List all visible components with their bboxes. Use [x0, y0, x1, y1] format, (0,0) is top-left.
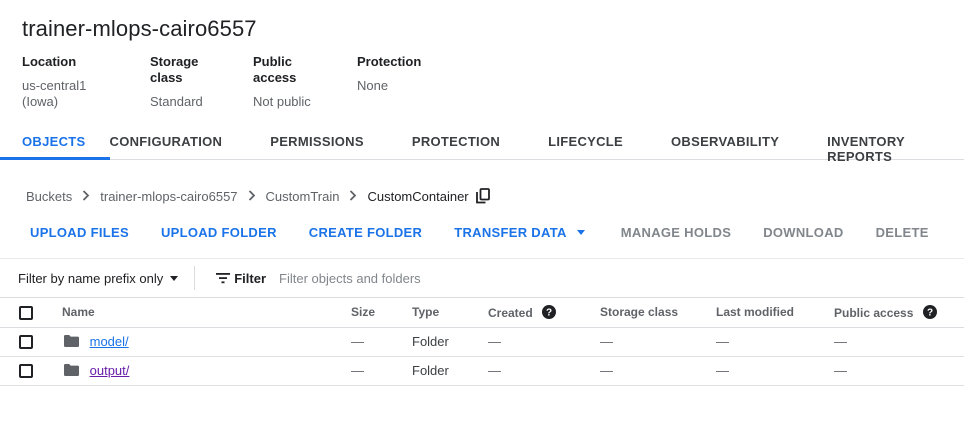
meta-public-access: Public access Not public [253, 54, 333, 110]
select-all-cell [0, 298, 62, 328]
copy-icon[interactable] [475, 188, 490, 204]
folder-icon [64, 335, 79, 347]
breadcrumb-bucket[interactable]: trainer-mlops-cairo6557 [100, 189, 237, 204]
filter-mode-label: Filter by name prefix only [18, 270, 164, 286]
breadcrumb-current: CustomContainer [367, 188, 469, 204]
create-folder-button[interactable]: CREATE FOLDER [309, 225, 422, 240]
created-cell: — [488, 327, 600, 357]
meta-label: Protection [357, 54, 422, 69]
folder-icon [64, 364, 79, 376]
delete-button[interactable]: DELETE [876, 225, 929, 240]
bucket-title: trainer-mlops-cairo6557 [22, 16, 257, 41]
meta-label: Public access [253, 54, 297, 85]
last-modified-cell: — [716, 327, 834, 357]
chevron-right-icon [349, 188, 357, 204]
bucket-meta: Location us-central1 (Iowa) Storage clas… [22, 54, 445, 110]
meta-storage-class: Storage class Standard [150, 54, 229, 110]
table-row[interactable]: model/ — Folder — — — — [0, 327, 964, 357]
column-header-created-label: Created [488, 305, 533, 320]
select-all-checkbox[interactable] [19, 305, 33, 320]
svg-text:?: ? [546, 307, 552, 318]
filter-icon [215, 272, 231, 284]
caret-down-icon [576, 230, 585, 235]
upload-files-button[interactable]: UPLOAD FILES [30, 225, 129, 240]
object-name-cell: output/ [62, 356, 351, 386]
created-cell: — [488, 356, 600, 386]
storage-class-cell: — [600, 356, 716, 386]
meta-value: Standard [150, 94, 203, 109]
filter-button-label: Filter [234, 270, 267, 286]
column-header-size[interactable]: Size [351, 298, 412, 328]
column-header-public-access[interactable]: Public access ? [834, 298, 964, 328]
public-access-cell: — [834, 327, 964, 357]
help-icon[interactable]: ? [922, 304, 937, 319]
download-button[interactable]: DOWNLOAD [763, 225, 843, 240]
size-cell: — [351, 327, 412, 357]
object-link[interactable]: output/ [90, 363, 130, 378]
row-select-cell [0, 356, 62, 386]
chevron-right-icon [82, 188, 90, 204]
filter-bar: Filter by name prefix only Filter [0, 258, 964, 298]
tab-lifecycle[interactable]: LIFECYCLE [548, 124, 623, 159]
tab-configuration[interactable]: CONFIGURATION [110, 124, 223, 159]
action-toolbar: UPLOAD FILES UPLOAD FOLDER CREATE FOLDER… [30, 225, 961, 240]
column-header-created[interactable]: Created ? [488, 298, 600, 328]
tab-bar: OBJECTS CONFIGURATION PERMISSIONS PROTEC… [0, 124, 964, 164]
svg-text:?: ? [927, 307, 933, 318]
filter-button[interactable]: Filter [215, 271, 266, 286]
size-cell: — [351, 356, 412, 386]
object-name-cell: model/ [62, 327, 351, 357]
table-row[interactable]: output/ — Folder — — — — [0, 356, 964, 386]
transfer-data-button[interactable]: TRANSFER DATA [454, 225, 585, 240]
divider [194, 266, 196, 290]
breadcrumb-buckets[interactable]: Buckets [26, 189, 72, 204]
tab-objects[interactable]: OBJECTS [0, 124, 110, 160]
table-header-row: Name Size Type Created ? Storage class L… [0, 298, 964, 328]
filter-input[interactable] [279, 270, 680, 286]
manage-holds-button[interactable]: MANAGE HOLDS [621, 225, 732, 240]
meta-value: Not public [253, 94, 311, 109]
column-header-last-modified[interactable]: Last modified [716, 298, 834, 328]
type-cell: Folder [412, 327, 488, 357]
meta-value: us-central1 (Iowa) [22, 78, 87, 109]
row-checkbox[interactable] [19, 335, 33, 350]
meta-value: None [357, 78, 389, 93]
breadcrumb-customtrain[interactable]: CustomTrain [266, 189, 340, 204]
last-modified-cell: — [716, 356, 834, 386]
meta-protection: Protection None [357, 54, 421, 110]
tab-protection[interactable]: PROTECTION [412, 124, 500, 159]
tab-permissions[interactable]: PERMISSIONS [270, 124, 364, 159]
breadcrumb: Buckets trainer-mlops-cairo6557 CustomTr… [26, 188, 490, 204]
chevron-right-icon [248, 188, 256, 204]
meta-label: Location [22, 54, 77, 69]
column-header-name[interactable]: Name [62, 298, 351, 328]
tab-observability[interactable]: OBSERVABILITY [671, 124, 779, 159]
caret-down-icon [170, 275, 179, 281]
transfer-data-label: TRANSFER DATA [454, 225, 567, 240]
type-cell: Folder [412, 356, 488, 386]
meta-location: Location us-central1 (Iowa) [22, 54, 126, 110]
column-header-type[interactable]: Type [412, 298, 488, 328]
upload-folder-button[interactable]: UPLOAD FOLDER [161, 225, 277, 240]
column-header-storage-class[interactable]: Storage class [600, 298, 716, 328]
storage-class-cell: — [600, 327, 716, 357]
objects-table: Name Size Type Created ? Storage class L… [0, 298, 964, 386]
meta-label: Storage class [150, 54, 199, 85]
public-access-cell: — [834, 356, 964, 386]
help-icon[interactable]: ? [542, 304, 557, 319]
object-link[interactable]: model/ [90, 334, 129, 349]
column-header-public-access-label: Public access [834, 305, 914, 320]
row-checkbox[interactable] [19, 364, 33, 379]
filter-mode-select[interactable]: Filter by name prefix only [18, 270, 179, 286]
row-select-cell [0, 327, 62, 357]
tab-inventory-reports[interactable]: INVENTORY REPORTS [827, 124, 964, 164]
